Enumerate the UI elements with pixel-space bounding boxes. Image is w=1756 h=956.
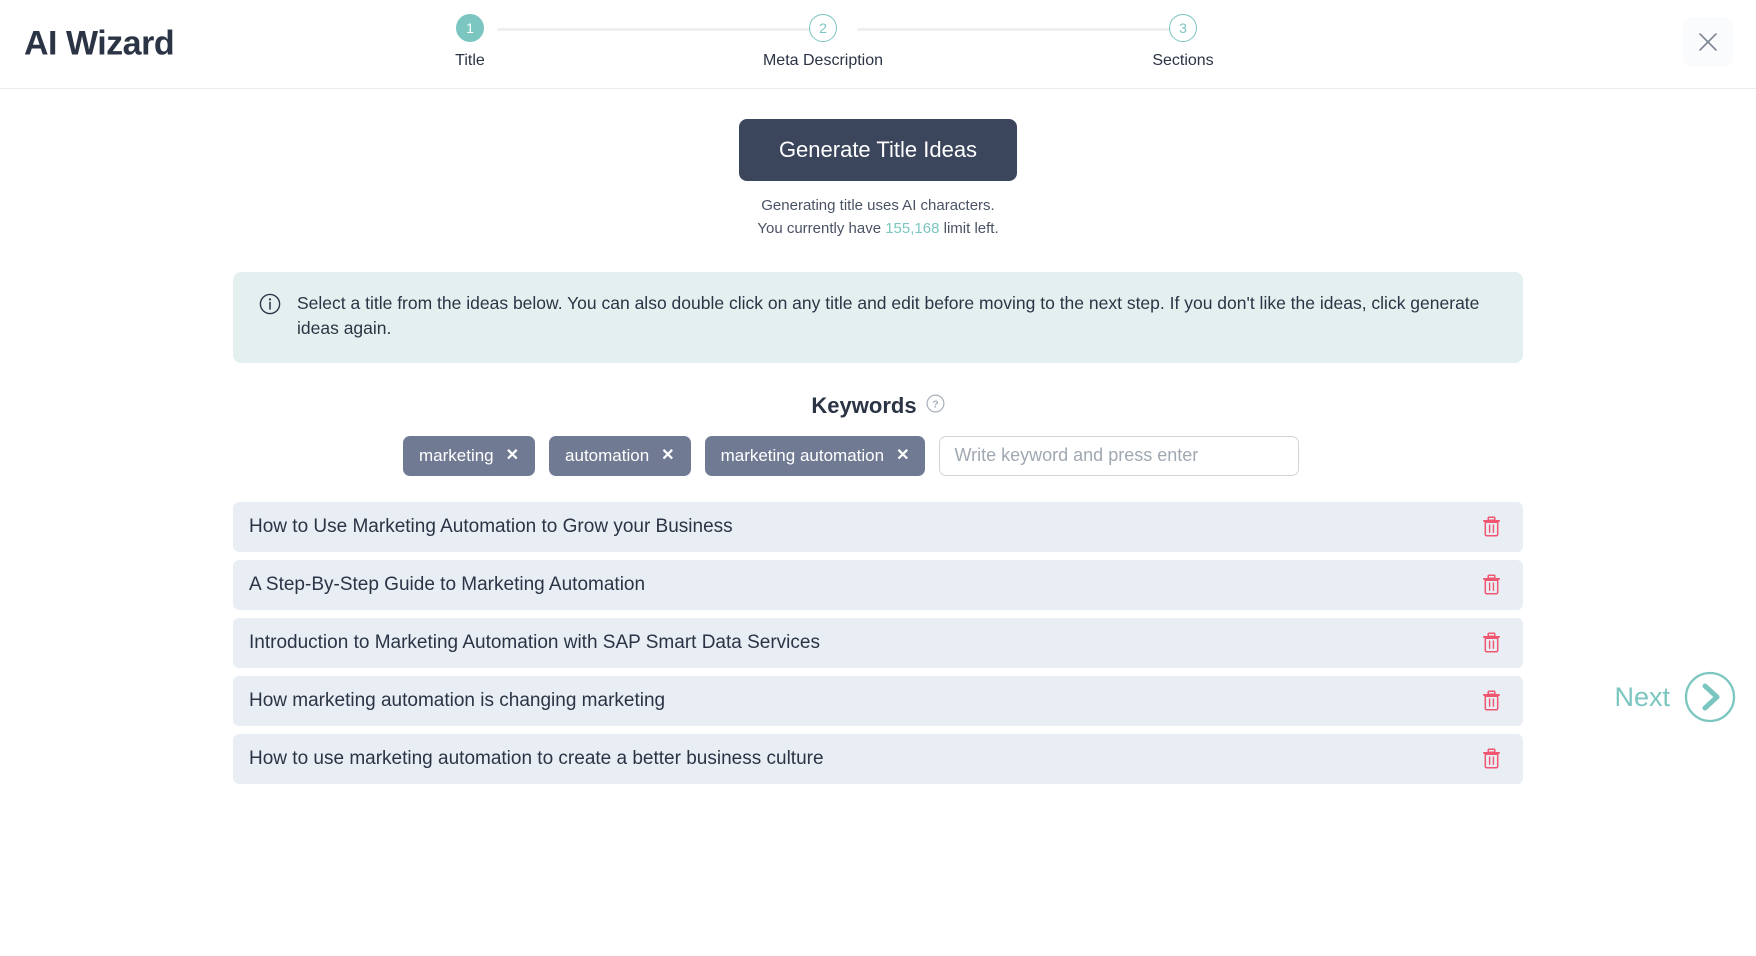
info-banner-text: Select a title from the ideas below. You… (297, 291, 1497, 342)
delete-title-button[interactable] (1482, 690, 1501, 711)
keyword-tag-label: automation (565, 446, 649, 466)
title-idea-text[interactable]: How to use marketing automation to creat… (249, 748, 1482, 770)
trash-icon (1482, 748, 1501, 769)
step-3-label: Sections (1113, 52, 1253, 70)
remove-keyword-icon[interactable]: ✕ (506, 448, 519, 464)
delete-title-button[interactable] (1482, 632, 1501, 653)
title-idea-text[interactable]: Introduction to Marketing Automation wit… (249, 632, 1482, 654)
chevron-right-circle-icon[interactable] (1684, 671, 1736, 723)
title-ideas-list: How to Use Marketing Automation to Grow … (233, 502, 1523, 784)
trash-icon (1482, 574, 1501, 595)
generate-section: Generate Title Ideas Generating title us… (233, 119, 1523, 240)
close-button[interactable] (1683, 17, 1733, 67)
delete-title-button[interactable] (1482, 516, 1501, 537)
remove-keyword-icon[interactable]: ✕ (661, 448, 674, 464)
keyword-tag-label: marketing automation (721, 446, 884, 466)
keyword-tag[interactable]: marketing ✕ (403, 436, 535, 476)
generate-note-line2: You currently have 155,168 limit left. (233, 218, 1523, 241)
limit-value: 155,168 (885, 220, 939, 237)
keyword-tag-row: marketing ✕ automation ✕ marketing autom… (233, 436, 1523, 476)
step-2-circle[interactable]: 2 (809, 14, 837, 42)
step-1-label: Title (400, 52, 540, 70)
wizard-stepper: 1 Title 2 Meta Description 3 Sections (420, 14, 1280, 76)
step-sections[interactable]: 3 Sections (1113, 14, 1253, 70)
limit-prefix: You currently have (757, 220, 885, 237)
title-idea-row[interactable]: A Step-By-Step Guide to Marketing Automa… (233, 560, 1523, 610)
keyword-tag[interactable]: marketing automation ✕ (705, 436, 926, 476)
generate-note: Generating title uses AI characters. You… (233, 195, 1523, 240)
keyword-tag[interactable]: automation ✕ (549, 436, 691, 476)
title-idea-row[interactable]: How to Use Marketing Automation to Grow … (233, 502, 1523, 552)
trash-icon (1482, 690, 1501, 711)
title-idea-row[interactable]: Introduction to Marketing Automation wit… (233, 618, 1523, 668)
title-idea-text[interactable]: A Step-By-Step Guide to Marketing Automa… (249, 574, 1482, 596)
keyword-input[interactable] (939, 436, 1299, 476)
info-circle-icon (259, 293, 281, 320)
keywords-heading: Keywords ? (233, 393, 1523, 419)
next-button[interactable]: Next (1614, 671, 1736, 723)
keyword-tag-label: marketing (419, 446, 494, 466)
svg-text:?: ? (932, 398, 938, 410)
generate-title-ideas-button[interactable]: Generate Title Ideas (739, 119, 1017, 181)
wizard-body: Generate Title Ideas Generating title us… (0, 89, 1756, 956)
remove-keyword-icon[interactable]: ✕ (896, 448, 909, 464)
next-button-label: Next (1614, 682, 1670, 713)
step-2-label: Meta Description (753, 52, 893, 70)
question-circle-icon[interactable]: ? (926, 393, 945, 419)
title-idea-row[interactable]: How marketing automation is changing mar… (233, 676, 1523, 726)
keywords-heading-label: Keywords (811, 393, 916, 419)
trash-icon (1482, 516, 1501, 537)
trash-icon (1482, 632, 1501, 653)
limit-suffix: limit left. (939, 220, 998, 237)
page-title: AI Wizard (24, 25, 174, 64)
step-3-circle[interactable]: 3 (1169, 14, 1197, 42)
wizard-header: AI Wizard 1 Title 2 Meta Description 3 S… (0, 0, 1756, 89)
info-banner: Select a title from the ideas below. You… (233, 272, 1523, 363)
generate-note-line1: Generating title uses AI characters. (233, 195, 1523, 218)
step-meta-description[interactable]: 2 Meta Description (753, 14, 893, 70)
close-icon (1697, 31, 1719, 53)
title-idea-text[interactable]: How marketing automation is changing mar… (249, 690, 1482, 712)
delete-title-button[interactable] (1482, 748, 1501, 769)
title-idea-text[interactable]: How to Use Marketing Automation to Grow … (249, 516, 1482, 538)
step-title[interactable]: 1 Title (400, 14, 540, 70)
step-1-circle[interactable]: 1 (456, 14, 484, 42)
content-column: Generate Title Ideas Generating title us… (233, 89, 1523, 784)
title-idea-row[interactable]: How to use marketing automation to creat… (233, 734, 1523, 784)
delete-title-button[interactable] (1482, 574, 1501, 595)
